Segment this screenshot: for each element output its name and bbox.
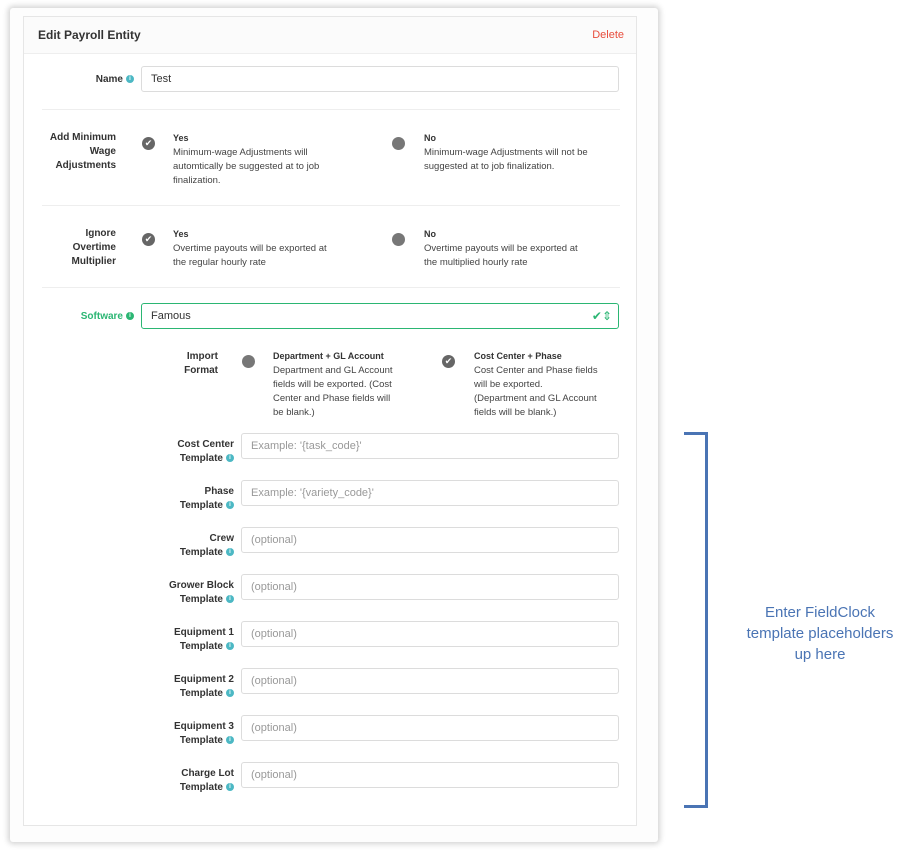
divider [42,109,620,110]
software-label: Software i [44,310,134,324]
phase-template-label: Phase Template i [179,486,234,511]
grower-block-template-input[interactable] [251,576,609,598]
equipment-2-template-input[interactable] [251,670,609,692]
crew-template-field[interactable] [241,527,619,553]
phase-template-field[interactable] [241,480,619,506]
equipment-3-template-field[interactable] [241,715,619,741]
info-icon[interactable]: i [226,783,234,792]
grower-block-template-label: Grower Block Template i [168,580,234,605]
card-header: Edit Payroll Entity Delete [24,17,636,54]
info-icon[interactable]: i [226,548,234,557]
equipment-1-template-label: Equipment 1 Template i [173,627,234,652]
equipment-2-template-label: Equipment 2 Template i [173,674,234,699]
overtime-label: Ignore Overtime Multiplier [71,228,116,267]
delete-button[interactable]: Delete [592,29,624,41]
info-icon[interactable]: i [226,736,234,745]
crew-template-label: Crew Template i [179,533,234,558]
select-check-icon: ✔⇕ [591,309,612,323]
grower-block-template-field[interactable] [241,574,619,600]
name-label: Name i [44,73,134,87]
min-wage-label: Add Minimum Wage Adjustments [49,132,116,171]
charge-lot-template-input[interactable] [251,764,609,786]
equipment-3-template-label: Equipment 3 Template i [173,721,234,746]
check-icon: ✔ [144,234,153,244]
name-field[interactable] [141,66,619,92]
import-format-dept-gl-desc: Department and GL Account fields will be … [273,365,393,418]
crew-template-input[interactable] [251,529,609,551]
equipment-1-template-field[interactable] [241,621,619,647]
overtime-no-radio[interactable] [392,233,405,246]
info-icon[interactable]: i [226,689,234,698]
cost-center-template-field[interactable] [241,433,619,459]
equipment-1-template-input[interactable] [251,623,609,645]
name-input[interactable] [151,68,609,90]
cost-center-template-input[interactable] [251,435,609,457]
equipment-2-template-field[interactable] [241,668,619,694]
info-icon[interactable]: i [226,642,234,651]
annotation-text: Enter FieldClock template placeholders u… [746,604,894,663]
check-icon: ✔ [444,356,453,366]
min-wage-yes-desc: Minimum-wage Adjustments will automticall… [173,147,320,186]
min-wage-no-desc: Minimum-wage Adjustments will not be sugg… [424,147,588,172]
divider [42,287,620,288]
min-wage-yes-title: Yes [173,133,189,143]
min-wage-yes-radio[interactable]: ✔ [142,137,155,150]
cost-center-template-label: Cost Center Template i [177,439,234,464]
card-title: Edit Payroll Entity [38,28,141,42]
info-icon[interactable]: i [226,595,234,604]
info-icon[interactable]: i [126,312,134,321]
software-select[interactable]: Famous ✔⇕ [141,303,619,329]
divider [42,205,620,206]
import-format-cc-phase-title: Cost Center + Phase [474,351,562,361]
import-format-label: Import Format [184,351,218,376]
overtime-yes-title: Yes [173,229,189,239]
min-wage-no-radio[interactable] [392,137,405,150]
info-icon[interactable]: i [226,501,234,510]
info-icon[interactable]: i [226,454,234,463]
check-icon: ✔ [144,138,153,148]
import-format-cc-phase-desc: Cost Center and Phase fields will be expo… [474,365,598,418]
min-wage-no-title: No [424,133,436,143]
equipment-3-template-input[interactable] [251,717,609,739]
overtime-yes-radio[interactable]: ✔ [142,233,155,246]
charge-lot-template-field[interactable] [241,762,619,788]
import-format-dept-gl-radio[interactable] [242,355,255,368]
overtime-no-desc: Overtime payouts will be exported at the … [424,243,578,268]
software-select-value: Famous [151,310,191,322]
import-format-dept-gl-title: Department + GL Account [273,351,384,361]
overtime-no-title: No [424,229,436,239]
edit-payroll-entity-card: Edit Payroll Entity Delete Namei Add Min… [23,16,637,826]
info-icon[interactable]: i [126,75,134,84]
annotation-bracket [684,432,708,808]
import-format-cc-phase-radio[interactable]: ✔ [442,355,455,368]
overtime-yes-desc: Overtime payouts will be exported at the … [173,243,327,268]
charge-lot-template-label: Charge Lot Template i [179,768,234,793]
phase-template-input[interactable] [251,482,609,504]
